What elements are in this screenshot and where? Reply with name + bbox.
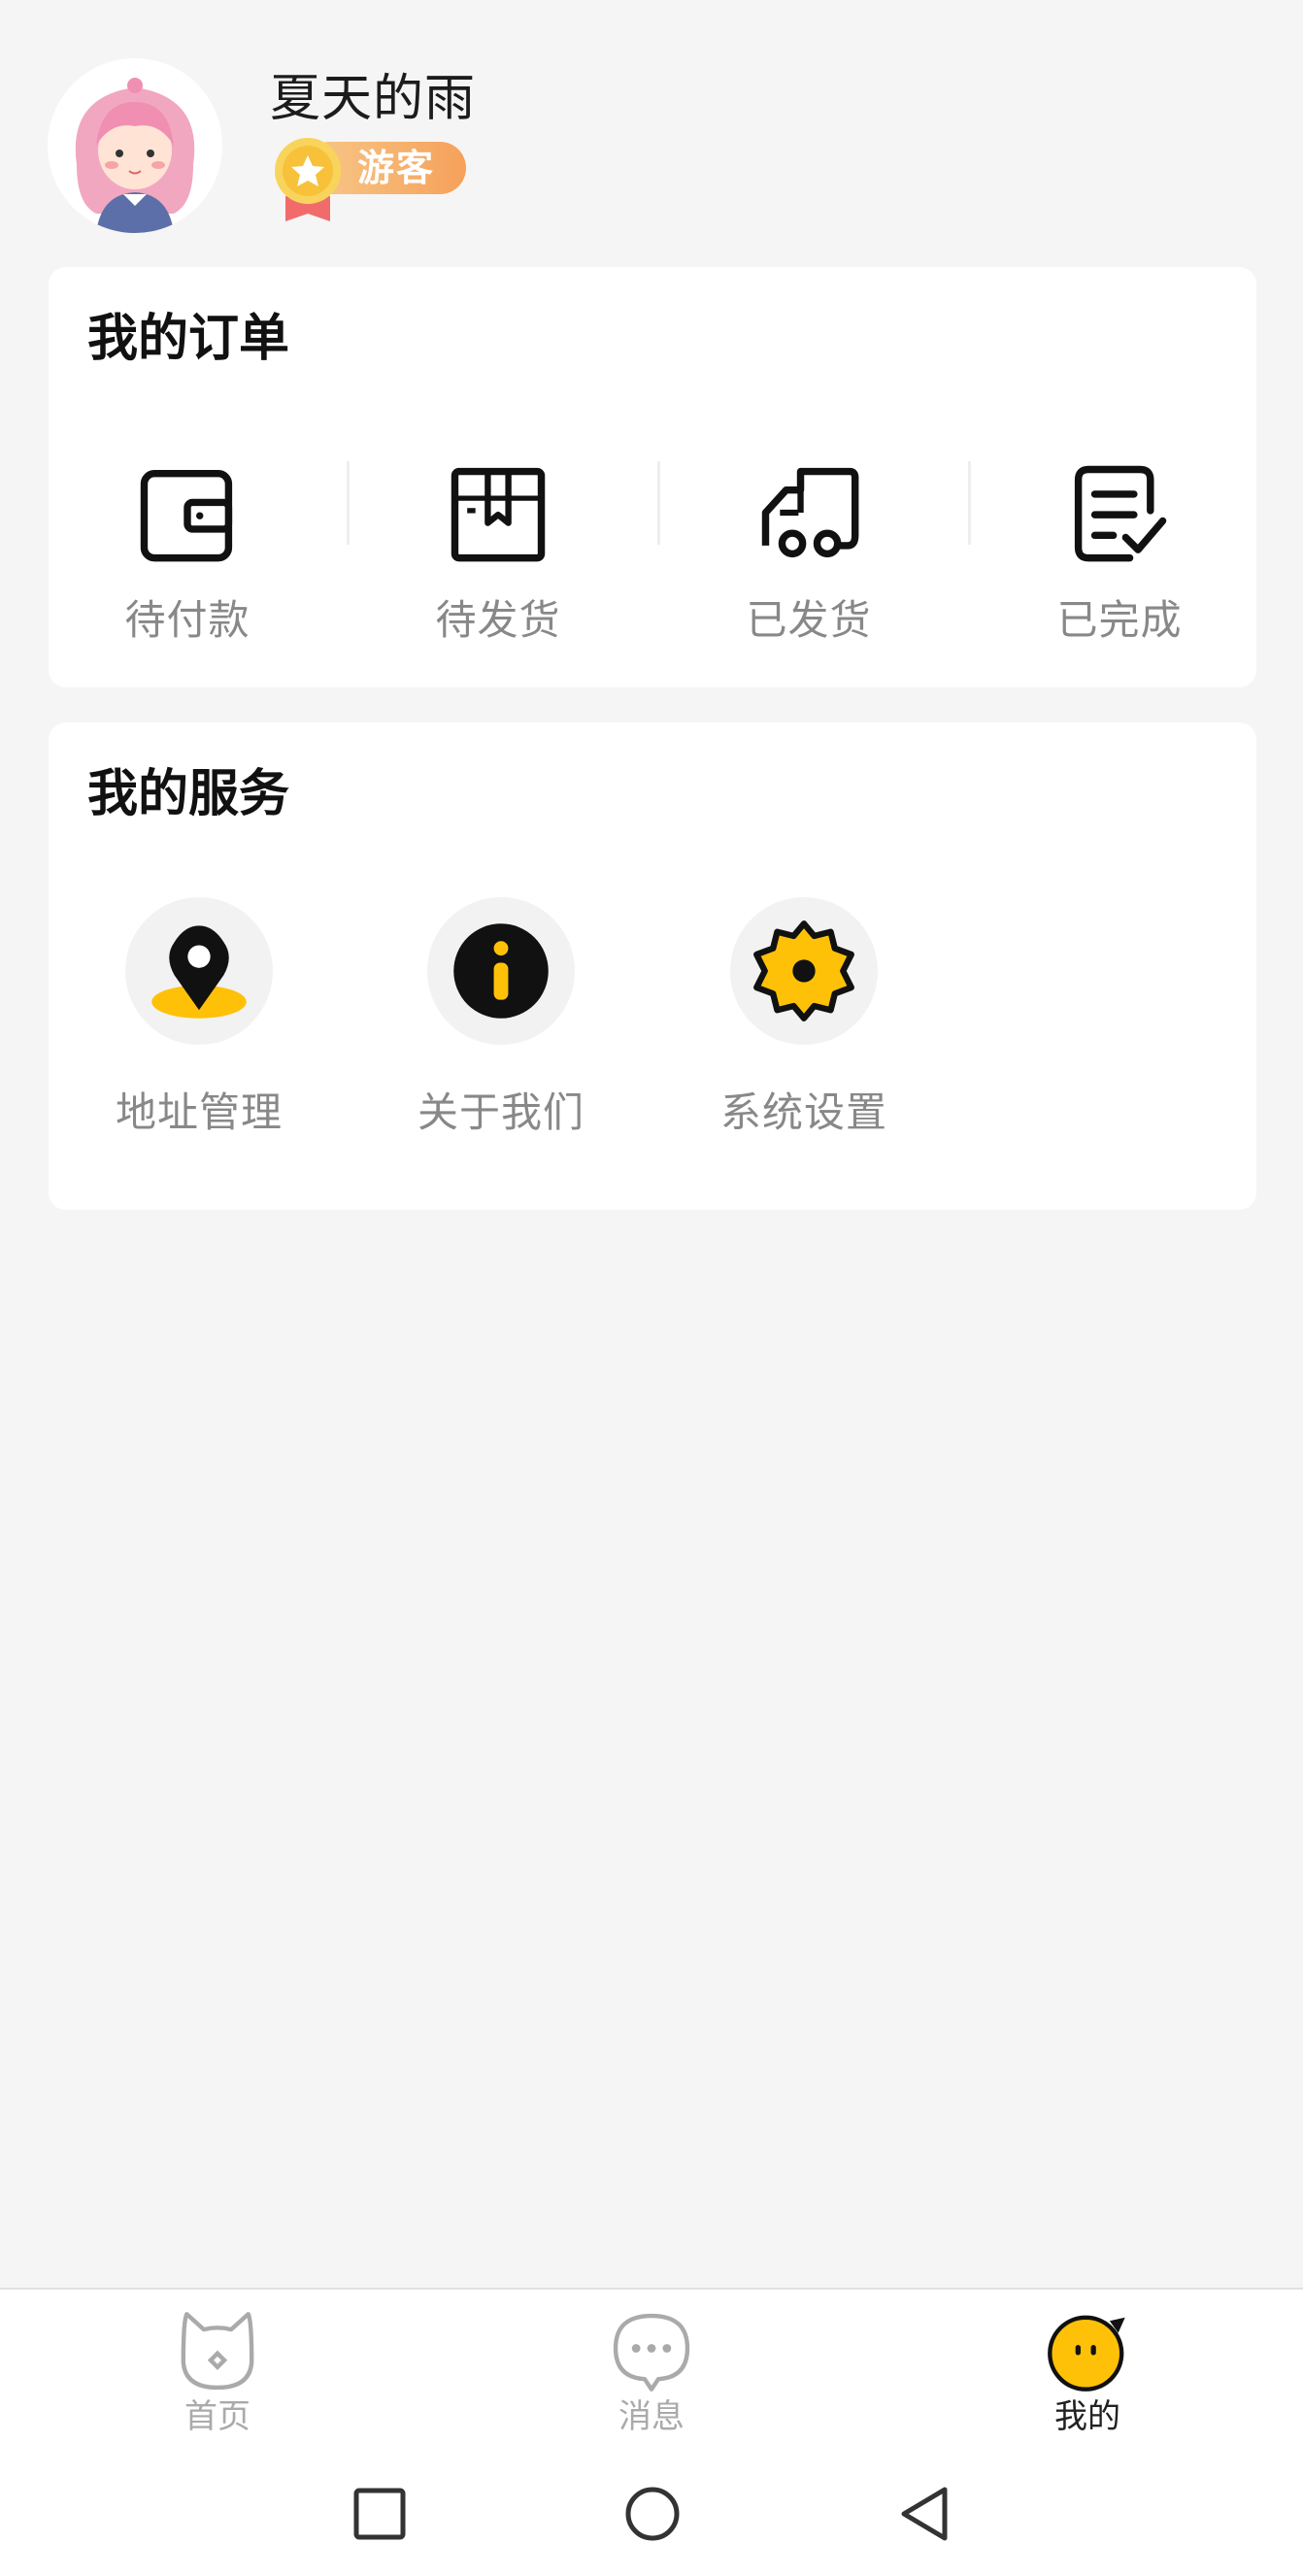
bottom-tab-bar: 首页 消息 我的: [0, 2288, 1303, 2455]
service-about-us[interactable]: 关于我们: [384, 897, 618, 1159]
recent-apps-square-icon[interactable]: [346, 2480, 414, 2548]
order-pending-payment[interactable]: 待付款: [32, 461, 343, 655]
tab-mine[interactable]: 我的: [990, 2309, 1185, 2445]
tab-label: 首页: [184, 2397, 251, 2436]
chat-bubble-icon: [613, 2313, 690, 2392]
service-icon-circle: [427, 897, 575, 1045]
wallet-icon: [140, 470, 233, 562]
orders-title: 我的订单: [87, 310, 290, 368]
tab-label: 我的: [1054, 2397, 1120, 2436]
badge-label: 游客: [357, 147, 436, 189]
order-shipped[interactable]: 已发货: [653, 461, 964, 655]
services-title: 我的服务: [87, 765, 290, 823]
checklist-icon: [1074, 465, 1167, 562]
service-icon-circle: [730, 897, 878, 1045]
service-label: 关于我们: [417, 1088, 585, 1136]
order-label: 待付款: [124, 596, 251, 644]
service-label: 系统设置: [719, 1088, 887, 1136]
service-system-settings[interactable]: 系统设置: [687, 897, 920, 1159]
home-circle-icon[interactable]: [618, 2480, 686, 2548]
tab-home[interactable]: 首页: [120, 2309, 315, 2445]
tab-label: 消息: [618, 2397, 685, 2436]
system-navigation-bar: [0, 2453, 1303, 2576]
info-icon: [453, 923, 549, 1019]
user-level-badge: 游客: [264, 136, 468, 223]
service-address-management[interactable]: 地址管理: [83, 897, 316, 1159]
mine-face-icon: [1048, 2315, 1125, 2392]
settings-gear-icon: [753, 920, 854, 1021]
back-triangle-icon[interactable]: [890, 2480, 958, 2548]
order-pending-shipment[interactable]: 待发货: [343, 461, 653, 655]
location-pin-icon: [151, 925, 247, 1019]
tab-messages[interactable]: 消息: [554, 2309, 749, 2445]
medal-star-icon: [275, 138, 341, 221]
cat-home-icon: [181, 2312, 254, 2391]
service-icon-circle: [125, 897, 273, 1045]
service-label: 地址管理: [115, 1088, 283, 1136]
order-label: 待发货: [435, 596, 561, 644]
avatar[interactable]: [48, 58, 222, 233]
order-label: 已完成: [1056, 596, 1183, 644]
order-label: 已发货: [746, 596, 872, 644]
avatar-girl-illustration: [48, 58, 222, 233]
package-icon: [451, 467, 546, 562]
order-completed[interactable]: 已完成: [964, 461, 1275, 655]
username: 夏天的雨: [270, 70, 477, 128]
my-services-card: 我的服务 地址管理 关于我们 系统设置: [49, 722, 1256, 1210]
my-orders-card: 我的订单 待付款 待发货 已发货 已完成: [49, 267, 1256, 687]
truck-icon: [761, 467, 859, 558]
